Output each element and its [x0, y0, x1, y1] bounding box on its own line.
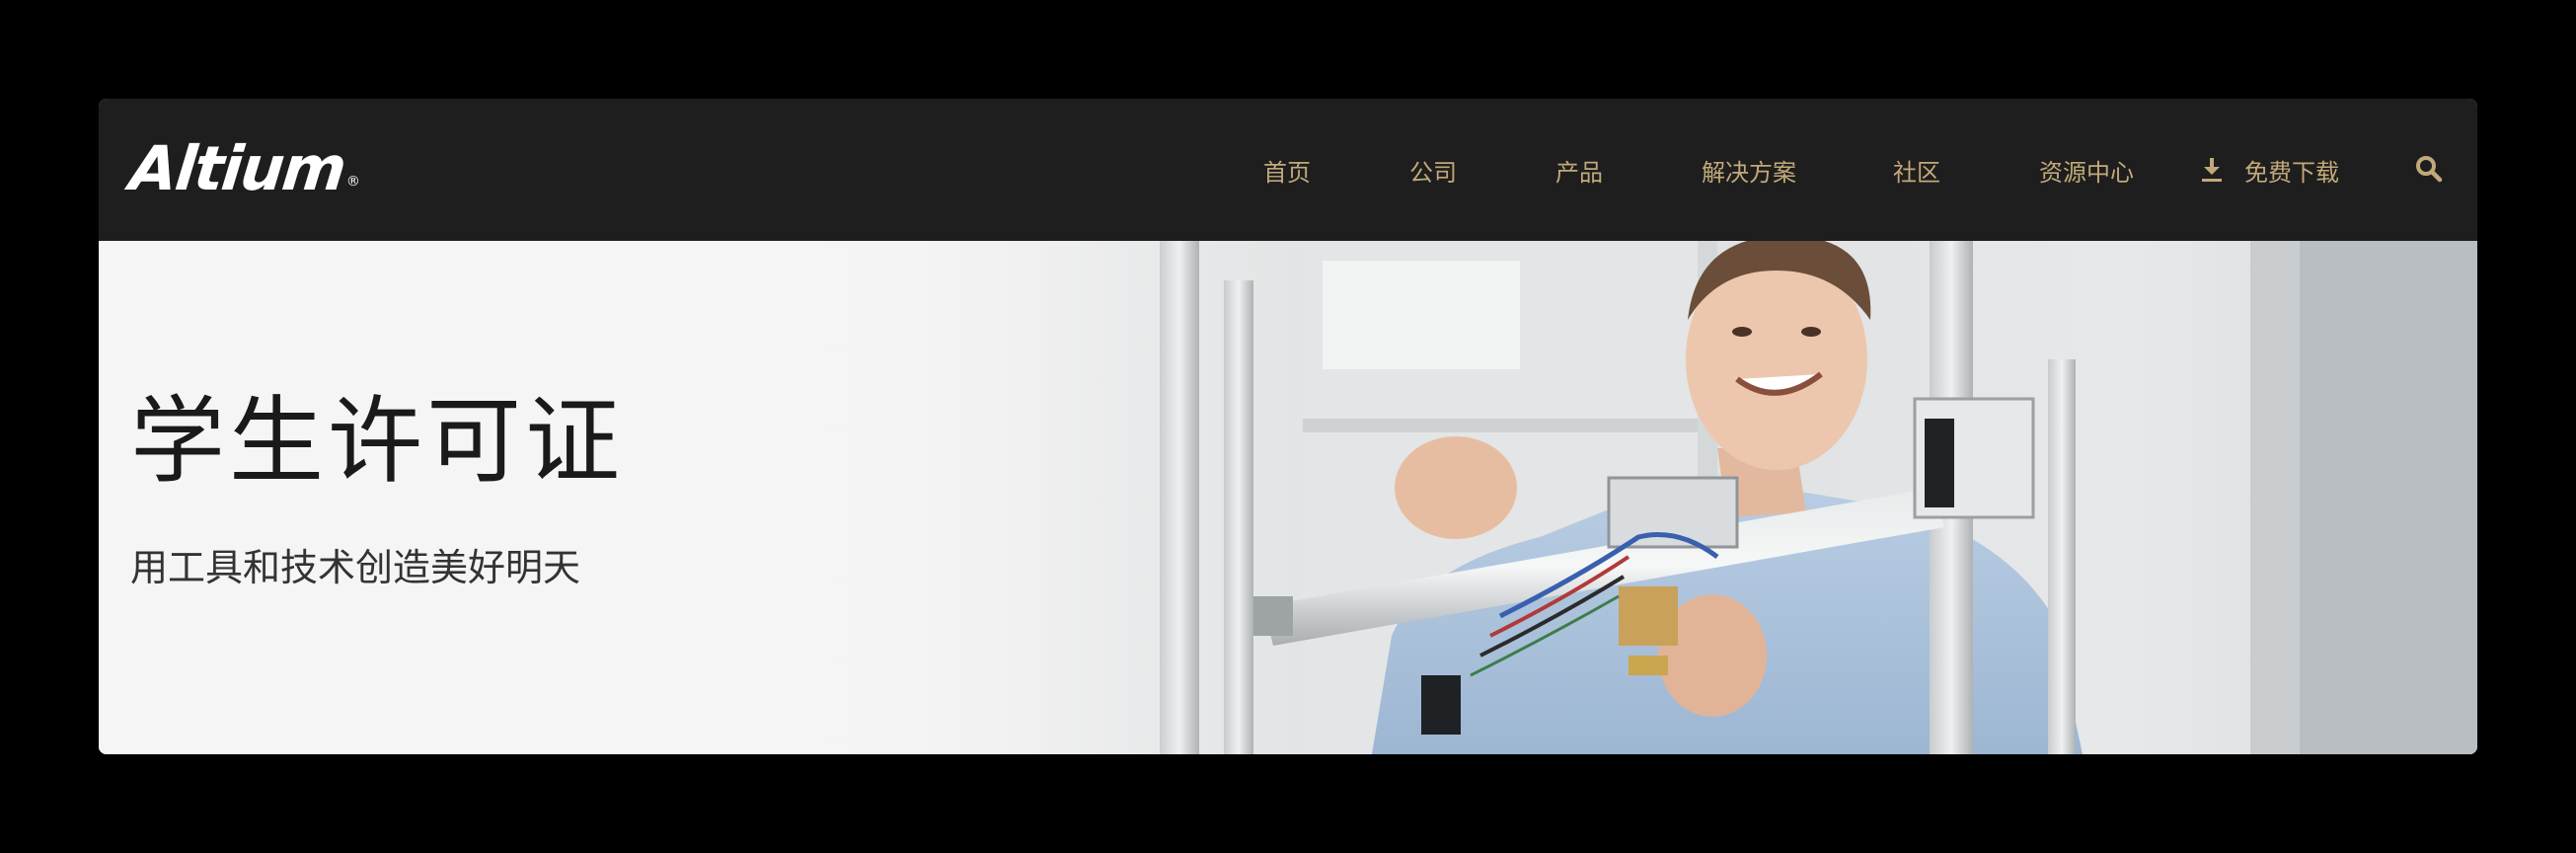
- nav-item-label: 公司: [1409, 158, 1457, 187]
- altium-logo[interactable]: Altium ®: [126, 126, 360, 209]
- nav-item-label: 资源中心: [2039, 158, 2134, 187]
- nav-item-solutions[interactable]: 解决方案: [1702, 99, 1796, 241]
- hero-banner: 学生许可证 用工具和技术创造美好明天: [99, 241, 2477, 754]
- page-subtitle: 用工具和技术创造美好明天: [130, 546, 581, 589]
- free-download-link[interactable]: 免费下载: [2201, 99, 2339, 241]
- search-icon: [2414, 156, 2444, 188]
- top-nav-bar: Altium ® 首页 公司 产品 解决方案 社区 资源中心 免费下载: [99, 99, 2477, 241]
- nav-item-label: 解决方案: [1702, 158, 1796, 187]
- hero-photo: [99, 241, 2477, 754]
- nav-item-products[interactable]: 产品: [1555, 99, 1603, 241]
- free-download-label: 免费下载: [2244, 158, 2339, 187]
- nav-item-label: 社区: [1893, 158, 1940, 187]
- registered-mark: ®: [345, 174, 360, 190]
- nav-item-label: 首页: [1263, 158, 1311, 187]
- page-title: 学生许可证: [130, 386, 624, 497]
- nav-item-company[interactable]: 公司: [1409, 99, 1457, 241]
- download-icon: [2201, 157, 2223, 183]
- nav-item-community[interactable]: 社区: [1893, 99, 1940, 241]
- nav-item-label: 产品: [1555, 158, 1603, 187]
- browser-page: Altium ® 首页 公司 产品 解决方案 社区 资源中心 免费下载 学生许可…: [99, 99, 2477, 754]
- search-button[interactable]: [2414, 154, 2444, 184]
- nav-item-home[interactable]: 首页: [1263, 99, 1311, 241]
- nav-item-resources[interactable]: 资源中心: [2039, 99, 2134, 241]
- logo-text: Altium: [126, 131, 348, 204]
